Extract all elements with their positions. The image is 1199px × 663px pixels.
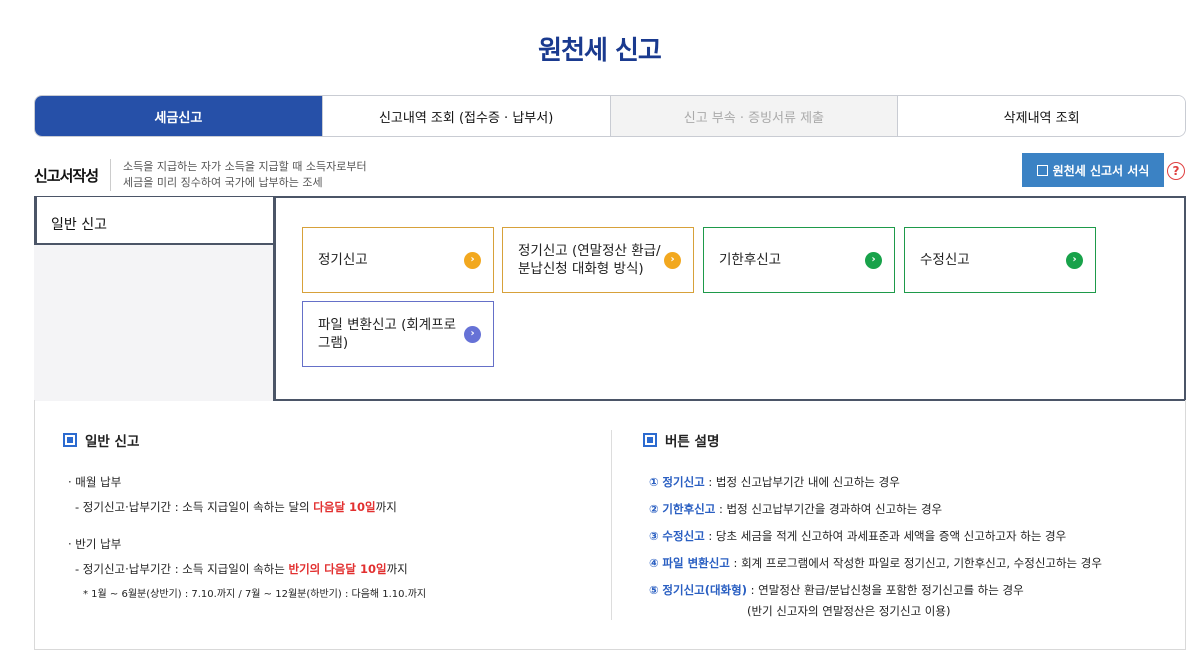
section-desc-line2: 세금을 미리 징수하여 국가에 납부하는 조세	[123, 176, 323, 189]
description-item: ⑤ 정기신고(대화형) : 연말정산 환급/분납신청을 포함한 정기신고를 하는…	[649, 582, 1024, 598]
item-number: ④	[649, 556, 659, 570]
chevron-right-icon: ›	[865, 251, 882, 269]
item-name: 정기신고	[662, 475, 705, 489]
half-line-pre: - 정기신고·납부기간 : 소득 지급일이 속하는	[75, 562, 289, 576]
monthly-payment-line: - 정기신고·납부기간 : 소득 지급일이 속하는 달의 다음달 10일까지	[75, 499, 397, 515]
info-box: 일반 신고 · 매월 납부 - 정기신고·납부기간 : 소득 지급일이 속하는 …	[34, 400, 1186, 650]
chevron-right-icon: ›	[464, 251, 481, 269]
late-filing-label: 기한후신고	[719, 252, 782, 268]
regular-filing-button[interactable]: 정기신고 ›	[302, 227, 494, 293]
item-number: ①	[649, 475, 659, 489]
description-item: ② 기한후신고 : 법정 신고납부기간을 경과하여 신고하는 경우	[649, 501, 942, 517]
half-line-highlight: 반기의 다음달 10일	[288, 562, 387, 576]
button-description-title: 버튼 설명	[643, 430, 719, 450]
file-conversion-filing-button[interactable]: 파일 변환신고 (회계프로그램) ›	[302, 301, 494, 367]
section-description: 소득을 지급하는 자가 소득을 지급할 때 소득자로부터 세금을 미리 징수하여…	[110, 159, 367, 191]
item-name: 정기신고(대화형)	[662, 583, 747, 597]
form-template-button[interactable]: 원천세 신고서 서식	[1022, 153, 1164, 187]
general-filing-info-title: 일반 신고	[63, 430, 139, 450]
chevron-right-icon: ›	[1066, 251, 1083, 269]
button-description-title-text: 버튼 설명	[665, 434, 720, 450]
item-desc: : 법정 신고납부기간을 경과하여 신고하는 경우	[715, 502, 943, 516]
item-name: 수정신고	[662, 529, 705, 543]
item-number: ②	[649, 502, 659, 516]
item-desc: : 당초 세금을 적게 신고하여 과세표준과 세액을 증액 신고하고자 하는 경…	[704, 529, 1067, 543]
section-title: 신고서작성	[34, 166, 99, 185]
square-bullet-icon	[643, 433, 657, 447]
square-bullet-icon	[63, 433, 77, 447]
tab-filing-history[interactable]: 신고내역 조회 (접수증 · 납부서)	[321, 96, 610, 136]
half-line-post: 까지	[386, 562, 408, 576]
general-filing-info-title-text: 일반 신고	[85, 434, 140, 450]
monthly-payment-heading: · 매월 납부	[68, 475, 122, 489]
description-item: ③ 수정신고 : 당초 세금을 적게 신고하여 과세표준과 세액을 증액 신고하…	[649, 528, 1066, 544]
description-item: ① 정기신고 : 법정 신고납부기간 내에 신고하는 경우	[649, 474, 900, 490]
tab-attachment-submission[interactable]: 신고 부속 · 증빙서류 제출	[609, 96, 898, 136]
form-template-label: 원천세 신고서 서식	[1052, 163, 1150, 178]
item-number: ③	[649, 529, 659, 543]
half-year-note: * 1월 ~ 6월분(상반기) : 7.10.까지 / 7월 ~ 12월분(하반…	[83, 589, 427, 600]
half-year-payment-line: - 정기신고·납부기간 : 소득 지급일이 속하는 반기의 다음달 10일까지	[75, 561, 408, 577]
item-desc: : 법정 신고납부기간 내에 신고하는 경우	[704, 475, 900, 489]
monthly-line-highlight: 다음달 10일	[313, 500, 376, 514]
item-name: 파일 변환신고	[662, 556, 730, 570]
document-edit-icon	[1036, 164, 1048, 176]
tab-tax-filing[interactable]: 세금신고	[35, 96, 322, 136]
late-filing-button[interactable]: 기한후신고 ›	[703, 227, 895, 293]
info-divider	[611, 430, 612, 620]
amended-filing-label: 수정신고	[920, 252, 970, 268]
tab-bar: 세금신고 신고내역 조회 (접수증 · 납부서) 신고 부속 · 증빙서류 제출…	[34, 95, 1186, 137]
regular-filing-label: 정기신고	[318, 252, 368, 268]
filing-panel: 일반 신고 정기신고 › 정기신고 (연말정산 환급/분납신청 대화형 방식) …	[34, 196, 1186, 401]
tab-deleted-history[interactable]: 삭제내역 조회	[897, 96, 1185, 136]
description-item: ④ 파일 변환신고 : 회계 프로그램에서 작성한 파일로 정기신고, 기한후신…	[649, 555, 1102, 571]
page-title: 원천세 신고	[538, 36, 662, 66]
chevron-right-icon: ›	[464, 325, 481, 343]
filing-options-panel: 정기신고 › 정기신고 (연말정산 환급/분납신청 대화형 방식) › 기한후신…	[273, 196, 1186, 401]
amended-filing-button[interactable]: 수정신고 ›	[904, 227, 1096, 293]
monthly-line-post: 까지	[375, 500, 397, 514]
half-year-payment-heading: · 반기 납부	[68, 537, 122, 551]
regular-filing-interactive-label: 정기신고 (연말정산 환급/분납신청 대화형 방식)	[518, 243, 661, 277]
item-desc: : 연말정산 환급/분납신청을 포함한 정기신고를 하는 경우	[746, 583, 1024, 597]
help-icon[interactable]: ?	[1167, 162, 1185, 180]
section-desc-line1: 소득을 지급하는 자가 소득을 지급할 때 소득자로부터	[123, 160, 367, 173]
item-number: ⑤	[649, 583, 659, 597]
monthly-line-pre: - 정기신고·납부기간 : 소득 지급일이 속하는 달의	[75, 500, 314, 514]
item-desc: : 회계 프로그램에서 작성한 파일로 정기신고, 기한후신고, 수정신고하는 …	[729, 556, 1102, 570]
file-conversion-filing-label: 파일 변환신고 (회계프로그램)	[318, 317, 457, 351]
chevron-right-icon: ›	[664, 251, 681, 269]
half-year-filer-note: (반기 신고자의 연말정산은 정기신고 이용)	[747, 604, 951, 618]
section-header: 신고서작성 소득을 지급하는 자가 소득을 지급할 때 소득자로부터 세금을 미…	[34, 158, 367, 192]
regular-filing-interactive-button[interactable]: 정기신고 (연말정산 환급/분납신청 대화형 방식) ›	[502, 227, 694, 293]
item-name: 기한후신고	[662, 502, 716, 516]
side-tab-general-filing[interactable]: 일반 신고	[34, 196, 276, 245]
